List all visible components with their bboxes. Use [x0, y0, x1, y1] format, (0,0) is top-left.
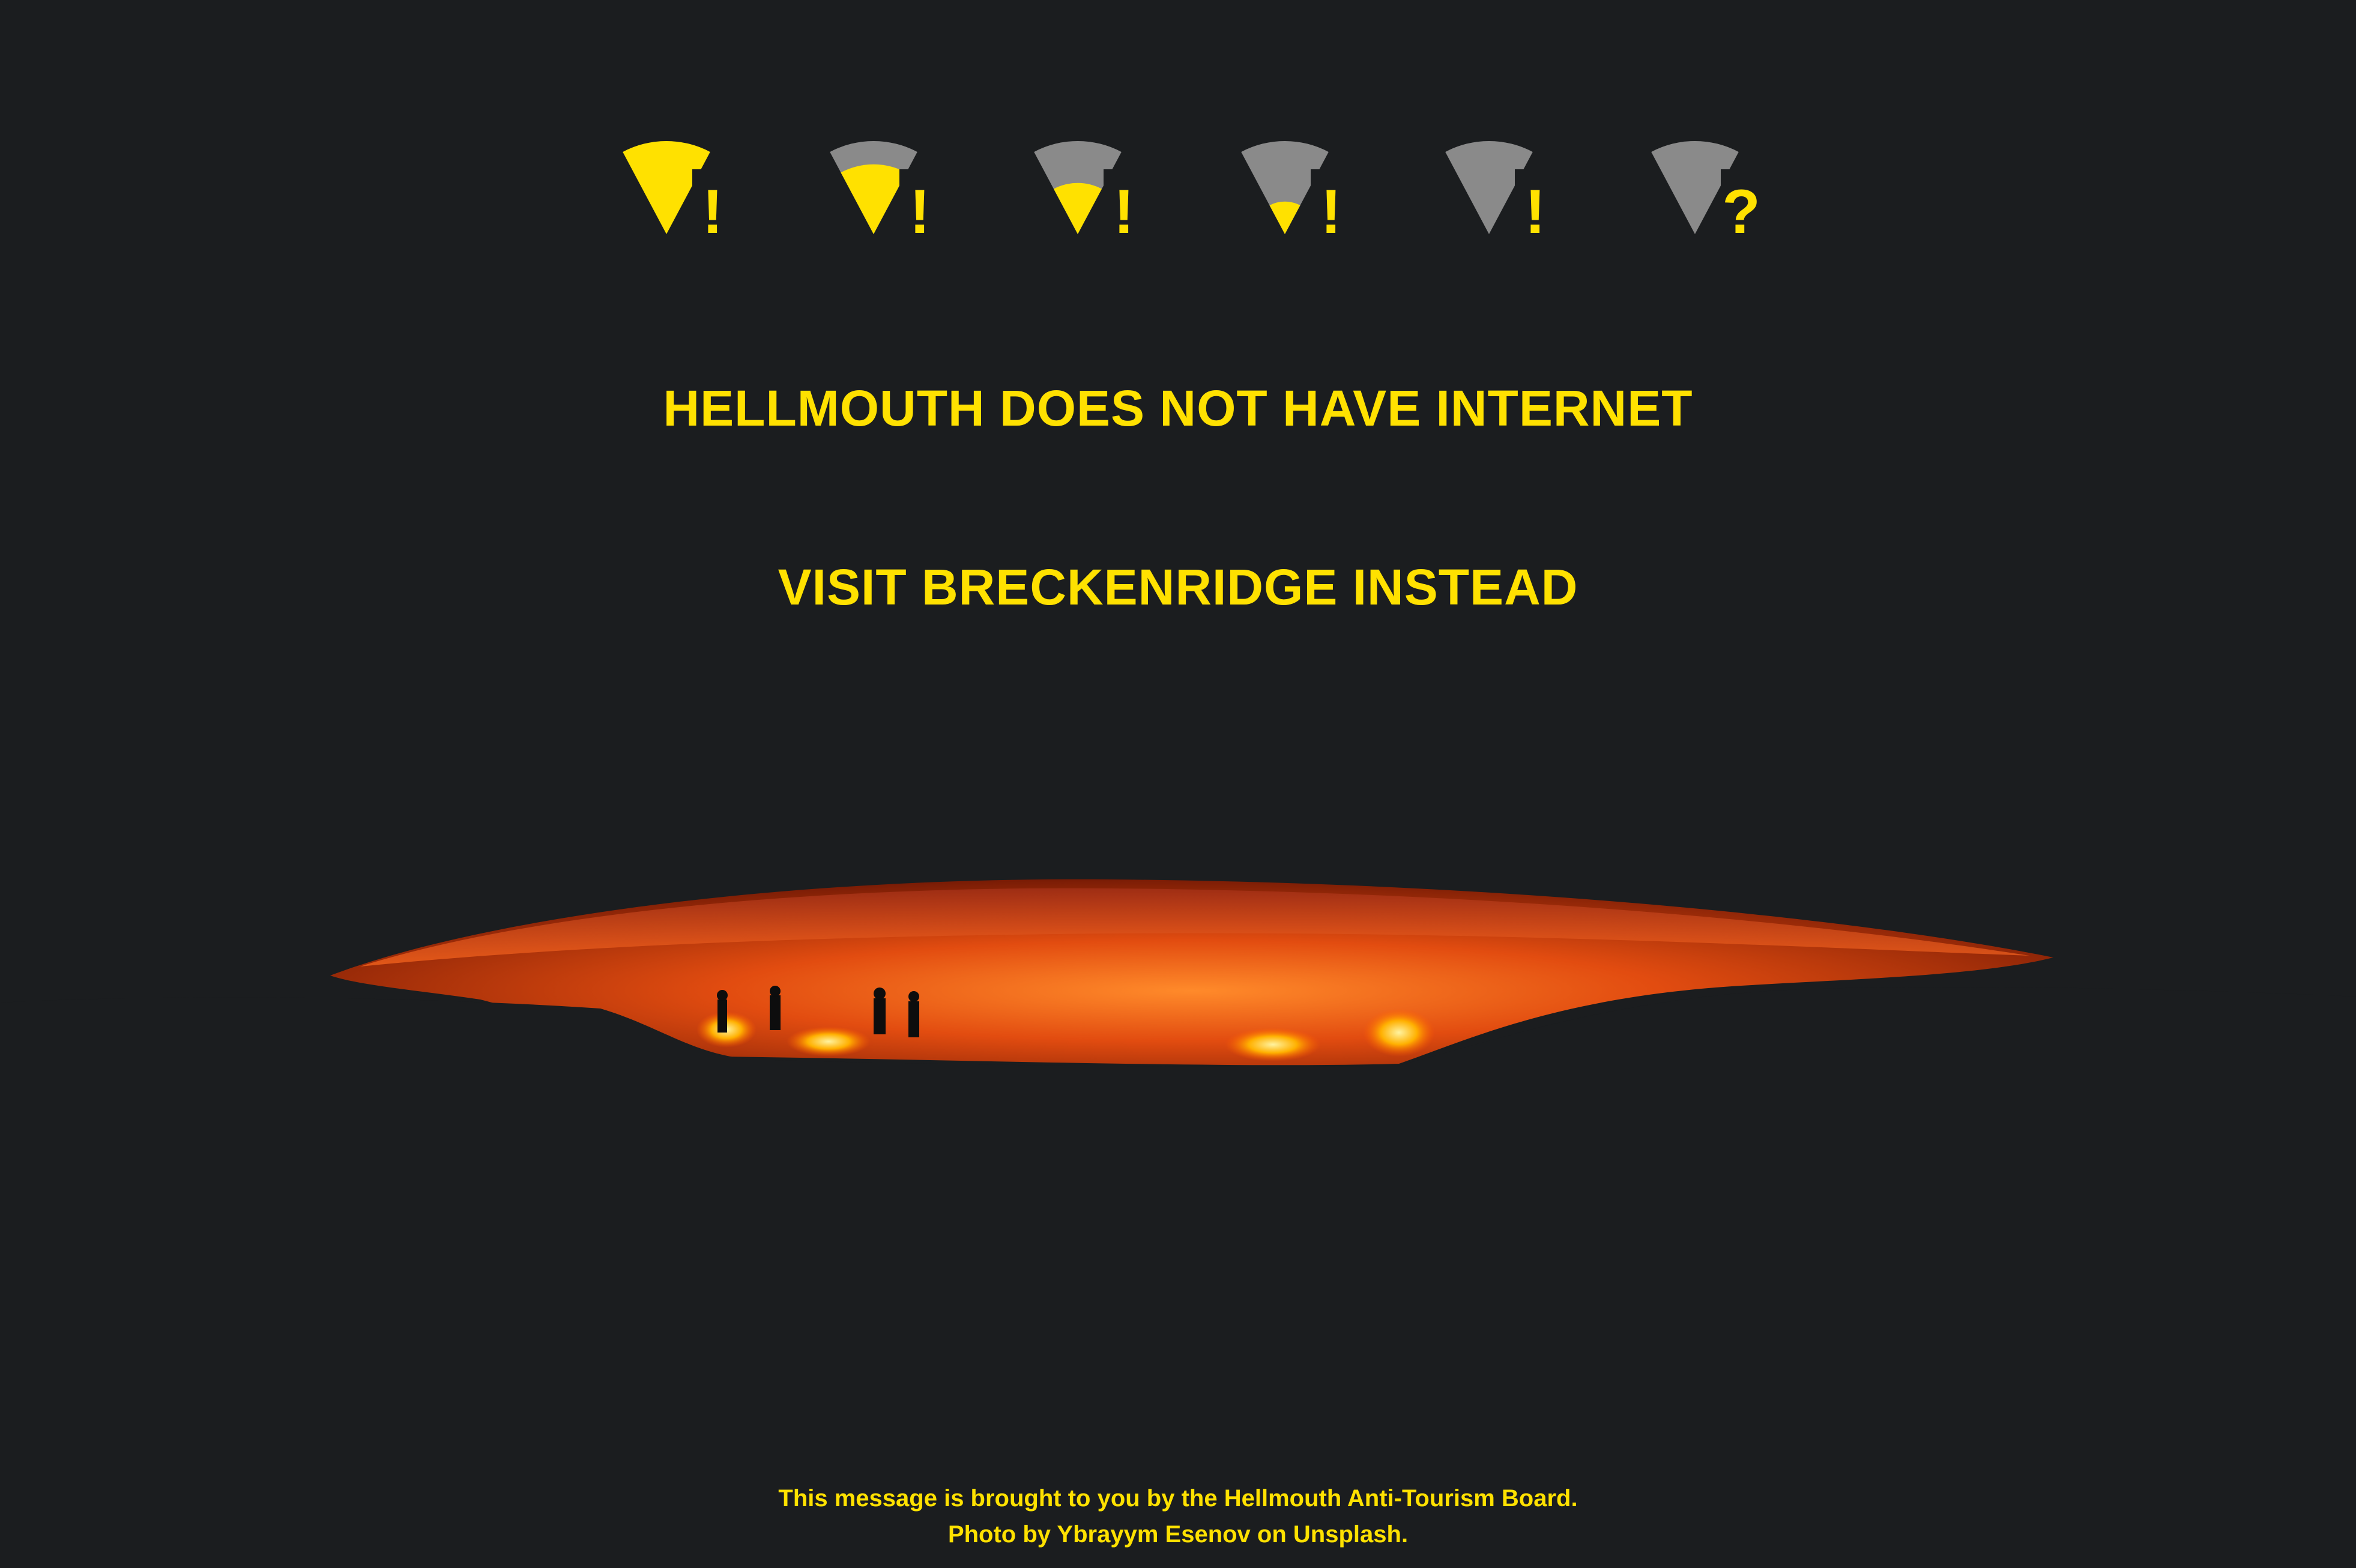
burning-crater-image: [0, 879, 2356, 1129]
wifi-low-alert-icon: !: [1222, 138, 1348, 246]
signal-arc-fill: [841, 164, 907, 234]
subheadline: VISIT BRECKENRIDGE INSTEAD: [778, 559, 1578, 615]
signal-badge: !: [1525, 177, 1546, 246]
wifi-high-alert-icon: !: [811, 138, 937, 246]
wifi-high-alert-icon-graphic: !: [830, 140, 937, 246]
footer-line-2: Photo by Ybrayym Esenov on Unsplash.: [947, 1521, 1409, 1548]
signal-badge: !: [910, 177, 931, 246]
signal-arc-fill: [1054, 182, 1102, 234]
wifi-low-alert-icon-graphic: !: [1241, 140, 1348, 246]
wifi-empty-alert-icon-graphic: !: [1445, 140, 1552, 246]
signal-badge: ?: [1722, 177, 1758, 246]
wifi-medium-alert-icon: !: [1015, 138, 1141, 246]
signal-badge: !: [702, 177, 723, 246]
headline: HELLMOUTH DOES NOT HAVE INTERNET: [663, 380, 1693, 436]
signal-arc-fill: [1269, 201, 1300, 234]
wifi-unknown-icon: ?: [1632, 138, 1758, 246]
footer-line-1: This message is brought to you by the He…: [778, 1485, 1578, 1512]
signal-badge: !: [1321, 177, 1342, 246]
wifi-full-alert-icon: !: [603, 138, 729, 246]
page: !!!!!? HELLMOUTH DOES NOT HAVE INTERNET …: [0, 0, 2356, 1568]
wifi-medium-alert-icon-graphic: !: [1034, 140, 1141, 246]
signal-badge: !: [1114, 177, 1135, 246]
footer: This message is brought to you by the He…: [0, 1480, 2356, 1552]
crater-photo: [0, 828, 2356, 1129]
wifi-unknown-icon-graphic: ?: [1651, 140, 1758, 246]
signal-indicator-row: !!!!!?: [0, 138, 2356, 246]
wifi-full-alert-icon-graphic: !: [623, 140, 729, 246]
wifi-empty-alert-icon: !: [1426, 138, 1552, 246]
